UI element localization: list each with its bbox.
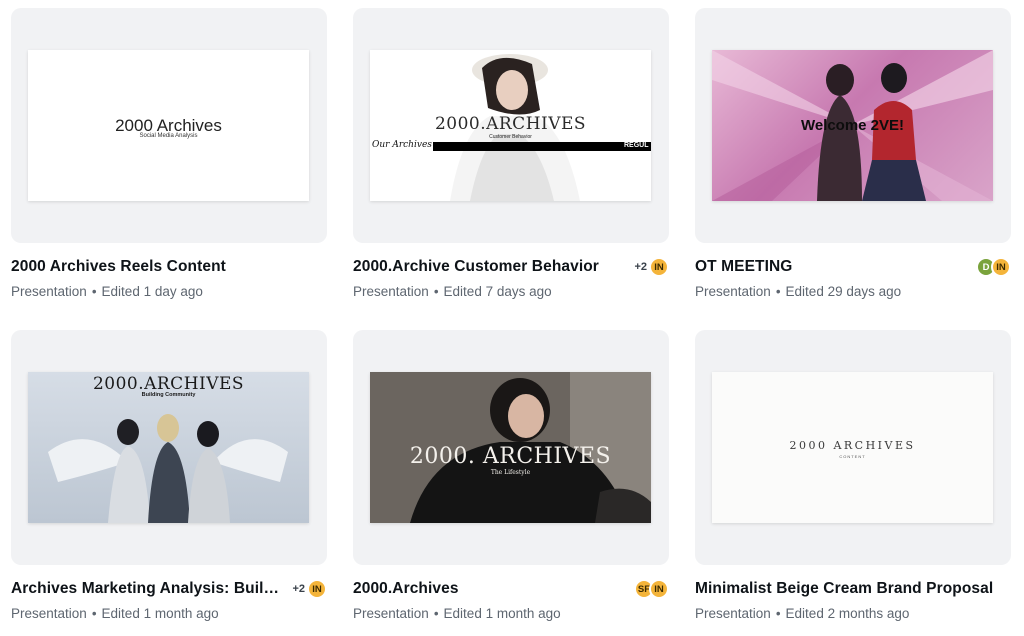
collaborators[interactable]: SF IN — [634, 578, 669, 600]
design-meta: Presentation • Edited 1 month ago — [11, 606, 219, 621]
thumbnail-subheading: Building Community — [141, 392, 196, 398]
design-type: Presentation — [695, 606, 771, 621]
design-thumbnail: 2000.ARCHIVES Building Community — [28, 372, 309, 523]
design-meta: Presentation • Edited 1 day ago — [11, 284, 203, 299]
thumbnail-heading: 2000. ARCHIVES — [409, 444, 612, 469]
design-card[interactable]: 2000.ARCHIVES Building Community Archive… — [11, 330, 327, 630]
design-title[interactable]: 2000.Archive Customer Behavior — [353, 258, 623, 276]
design-title[interactable]: 2000 Archives Reels Content — [11, 258, 281, 276]
design-meta: Presentation • Edited 7 days ago — [353, 284, 552, 299]
design-edited: Edited 29 days ago — [785, 284, 902, 299]
design-thumbnail: 2000 Archives Social Media Analysis — [28, 50, 309, 201]
design-meta: Presentation • Edited 2 months ago — [695, 606, 909, 621]
designs-grid: 2000 Archives Social Media Analysis 2000… — [0, 0, 1024, 636]
design-edited: Edited 2 months ago — [785, 606, 910, 621]
design-edited: Edited 1 month ago — [101, 606, 219, 621]
design-thumbnail-frame[interactable]: Welcome 2VE! — [695, 8, 1011, 243]
collaborators[interactable]: +2 IN — [634, 256, 669, 278]
design-card[interactable]: Welcome 2VE! OT MEETING Presentation • Edi… — [695, 8, 1011, 308]
design-meta: Presentation • Edited 1 month ago — [353, 606, 561, 621]
meta-separator: • — [775, 284, 781, 299]
design-thumbnail: 2000. ARCHIVES The Lifestyle — [370, 372, 651, 523]
meta-separator: • — [433, 606, 439, 621]
thumbnail-subheading: The Lifestyle — [490, 469, 531, 476]
design-meta: Presentation • Edited 29 days ago — [695, 284, 901, 299]
thumbnail-heading: Welcome 2VE! — [800, 117, 905, 134]
design-thumbnail-frame[interactable]: 2000 ARCHIVES CONTENT — [695, 330, 1011, 565]
thumbnail-heading: 2000 ARCHIVES — [789, 439, 916, 452]
collaborators[interactable]: D IN — [976, 256, 1011, 278]
thumbnail-heading: 2000.ARCHIVES — [92, 374, 245, 394]
thumbnail-banner-text: REGUL — [624, 142, 649, 149]
thumbnail-heading: 2000.ARCHIVES — [434, 114, 587, 134]
collaborator-avatar[interactable]: IN — [649, 257, 669, 277]
design-thumbnail: 2000 ARCHIVES CONTENT — [712, 372, 993, 523]
design-card[interactable]: 2000 Archives Social Media Analysis 2000… — [11, 8, 327, 308]
thumbnail-subheading: CONTENT — [839, 454, 866, 459]
design-type: Presentation — [353, 284, 429, 299]
collaborator-avatar[interactable]: IN — [991, 257, 1011, 277]
meta-separator: • — [775, 606, 781, 621]
design-card[interactable]: 2000.ARCHIVES Customer Behavior Our Arch… — [353, 8, 669, 308]
meta-separator: • — [91, 284, 97, 299]
collaborator-avatar[interactable]: IN — [307, 579, 327, 599]
design-title[interactable]: Archives Marketing Analysis: Building Co… — [11, 580, 281, 598]
design-type: Presentation — [353, 606, 429, 621]
meta-separator: • — [91, 606, 97, 621]
design-type: Presentation — [695, 284, 771, 299]
collaborator-avatar[interactable]: IN — [649, 579, 669, 599]
design-thumbnail-frame[interactable]: 2000.ARCHIVES Building Community — [11, 330, 327, 565]
design-edited: Edited 1 month ago — [443, 606, 561, 621]
thumbnail-subheading: Social Media Analysis — [139, 133, 198, 139]
design-type: Presentation — [11, 606, 87, 621]
thumbnail-script-text: Our Archives — [372, 140, 432, 150]
design-thumbnail: Welcome 2VE! — [712, 50, 993, 201]
design-type: Presentation — [11, 284, 87, 299]
collaborator-count: +2 — [634, 261, 647, 273]
design-title[interactable]: OT MEETING — [695, 258, 965, 276]
design-edited: Edited 1 day ago — [101, 284, 203, 299]
collaborators[interactable]: +2 IN — [292, 578, 327, 600]
collaborator-count: +2 — [292, 583, 305, 595]
meta-separator: • — [433, 284, 439, 299]
design-title[interactable]: 2000.Archives — [353, 580, 623, 598]
design-thumbnail-frame[interactable]: 2000. ARCHIVES The Lifestyle — [353, 330, 669, 565]
design-title[interactable]: Minimalist Beige Cream Brand Proposal — [695, 580, 995, 598]
design-thumbnail: 2000.ARCHIVES Customer Behavior Our Arch… — [370, 50, 651, 201]
design-edited: Edited 7 days ago — [443, 284, 552, 299]
design-card[interactable]: 2000 ARCHIVES CONTENT Minimalist Beige C… — [695, 330, 1011, 630]
design-thumbnail-frame[interactable]: 2000.ARCHIVES Customer Behavior Our Arch… — [353, 8, 669, 243]
design-card[interactable]: 2000. ARCHIVES The Lifestyle 2000.Archiv… — [353, 330, 669, 630]
design-thumbnail-frame[interactable]: 2000 Archives Social Media Analysis — [11, 8, 327, 243]
